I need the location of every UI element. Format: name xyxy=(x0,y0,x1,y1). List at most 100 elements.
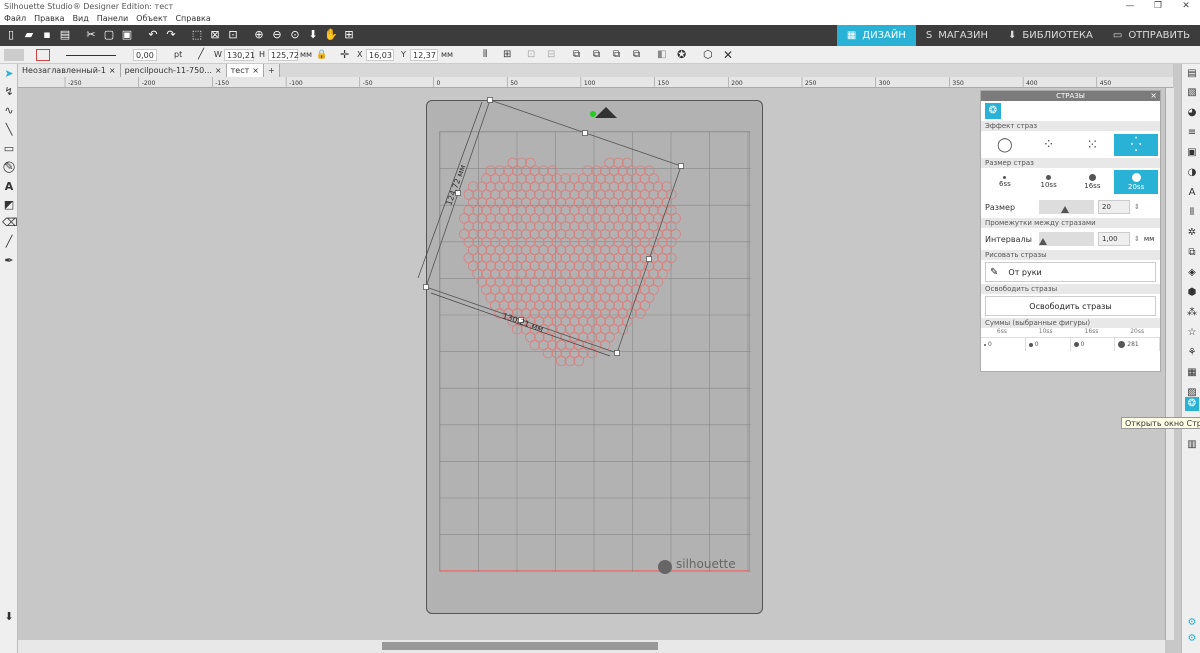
line-color-swatch[interactable] xyxy=(36,49,50,61)
zoom-select-icon[interactable]: ⊙ xyxy=(288,28,302,42)
redo-icon[interactable]: ↷ xyxy=(164,28,178,42)
print-icon[interactable]: ▤ xyxy=(58,28,72,42)
page-setup-icon[interactable]: ▤ xyxy=(1185,67,1199,81)
transparency-icon[interactable]: ◑ xyxy=(1185,166,1199,180)
doc-tab-pencilpouch[interactable]: pencilpouch-11-750... × xyxy=(120,64,227,77)
slider-handle-icon[interactable] xyxy=(1039,238,1047,245)
close-tab-icon[interactable]: × xyxy=(252,64,259,77)
fill-pattern-swatch[interactable] xyxy=(4,49,24,61)
add-tab-button[interactable]: + xyxy=(263,64,280,77)
doc-tab-untitled[interactable]: Неозаглавленный-1 × xyxy=(18,64,121,77)
align-icon[interactable]: ⫴ xyxy=(483,49,487,61)
panel-title-bar[interactable]: СТРАЗЫ × xyxy=(981,91,1160,101)
width-field[interactable]: 130,21 xyxy=(224,49,255,61)
library-download-icon[interactable]: ⬇ xyxy=(2,610,16,624)
rectangle-tool-icon[interactable]: ▭ xyxy=(2,142,16,156)
new-file-icon[interactable]: ▯ xyxy=(4,28,18,42)
ungroup-icon[interactable]: ⊟ xyxy=(547,49,555,61)
pan-hand-icon[interactable]: ✋ xyxy=(324,28,338,42)
fill-tool-icon[interactable]: ◩ xyxy=(2,198,16,212)
zoom-fit-icon[interactable]: ⊞ xyxy=(342,28,356,42)
eraser-tool-icon[interactable]: ⌫ xyxy=(2,216,18,230)
maximize-button[interactable]: ❐ xyxy=(1144,0,1172,13)
close-tab-icon[interactable]: × xyxy=(109,64,116,77)
align-panel-icon[interactable]: ⫴ xyxy=(1185,206,1199,220)
knife-tool-icon[interactable]: ╱ xyxy=(2,235,16,249)
undo-icon[interactable]: ↶ xyxy=(146,28,160,42)
replicate-panel-icon[interactable]: ⧉ xyxy=(1185,246,1199,260)
select-all-icon[interactable]: ⬚ xyxy=(190,28,204,42)
text-tool-icon[interactable]: A xyxy=(2,180,16,194)
zoom-in-icon[interactable]: ⊕ xyxy=(252,28,266,42)
rhinestone-open-icon[interactable]: ❂ xyxy=(1185,397,1199,411)
size-6ss-button[interactable]: 6ss xyxy=(983,170,1027,194)
spacing-slider[interactable] xyxy=(1039,232,1094,246)
scroll-thumb[interactable] xyxy=(382,642,658,650)
fill-icon[interactable]: ▣ xyxy=(1185,146,1199,160)
release-button[interactable]: Освободить стразы xyxy=(985,296,1156,316)
y-field[interactable]: 12,37 xyxy=(410,49,438,61)
tab-store[interactable]: S МАГАЗИН xyxy=(916,25,998,46)
3d-box-icon[interactable]: ⬡ xyxy=(703,49,713,61)
lock-aspect-icon[interactable]: 🔒 xyxy=(316,49,327,61)
minimize-button[interactable]: — xyxy=(1116,0,1144,13)
print-cut-icon[interactable]: ▥ xyxy=(1185,438,1199,452)
eyedropper-tool-icon[interactable]: ✒ xyxy=(2,254,16,268)
effect-fill-button[interactable]: ⁛ xyxy=(1114,133,1158,156)
extra-settings-icon[interactable]: ⚙ xyxy=(1185,632,1199,646)
effect-dotted-circle-button[interactable]: ⁘ xyxy=(1027,134,1071,156)
star-icon[interactable]: ✪ xyxy=(677,49,686,61)
trace-icon[interactable]: ⁂ xyxy=(1185,306,1199,320)
tab-send[interactable]: ▭ ОТПРАВИТЬ xyxy=(1103,25,1200,46)
line-style-icon[interactable]: ≡ xyxy=(1185,126,1199,140)
replicate-icon[interactable]: ⧉ xyxy=(573,49,580,61)
mirror-icon[interactable]: ⧉ xyxy=(593,49,600,61)
line-tool-icon[interactable]: ╲ xyxy=(2,123,16,137)
size-field[interactable]: 20 xyxy=(1098,200,1130,214)
group-icon[interactable]: ⊡ xyxy=(527,49,535,61)
save-icon[interactable]: ▪ xyxy=(40,28,54,42)
fit-page-icon[interactable]: ⬇ xyxy=(306,28,320,42)
layers-icon[interactable]: ▦ xyxy=(1185,366,1199,380)
open-folder-icon[interactable]: ▰ xyxy=(22,28,36,42)
panel-close-icon[interactable]: × xyxy=(1150,91,1157,101)
menu-object[interactable]: Объект xyxy=(136,13,167,25)
size-slider[interactable] xyxy=(1039,200,1094,214)
curve-tool-icon[interactable]: ∿ xyxy=(2,104,16,118)
edit-points-icon[interactable]: ⊡ xyxy=(226,28,240,42)
menu-help[interactable]: Справка xyxy=(175,13,210,25)
doc-tab-test[interactable]: тест × xyxy=(226,64,264,77)
size-16ss-button[interactable]: 16ss xyxy=(1071,170,1115,194)
menu-view[interactable]: Вид xyxy=(73,13,89,25)
offset-icon[interactable]: ⧉ xyxy=(633,49,640,61)
transform-icon[interactable]: ✲ xyxy=(1185,226,1199,240)
pencil-tool-icon[interactable]: ✎ xyxy=(2,160,16,174)
slider-handle-icon[interactable] xyxy=(1061,206,1069,213)
star-panel-icon[interactable]: ☆ xyxy=(1185,326,1199,340)
settings-gear-icon[interactable]: ⚙ xyxy=(1185,616,1199,630)
size-stepper[interactable]: ⇕ xyxy=(1134,203,1140,211)
size-10ss-button[interactable]: 10ss xyxy=(1027,170,1071,194)
menu-file[interactable]: Файл xyxy=(4,13,26,25)
close-window-button[interactable]: ✕ xyxy=(1172,0,1200,13)
delete-icon[interactable]: ✕ xyxy=(723,49,733,61)
spacing-stepper[interactable]: ⇕ xyxy=(1134,235,1140,243)
freehand-button[interactable]: ✎ От руки xyxy=(985,262,1156,282)
edit-points-tool-icon[interactable]: ↯ xyxy=(2,85,16,99)
effect-circle-button[interactable]: ◯ xyxy=(983,134,1027,156)
select-arrow-icon[interactable]: ➤ xyxy=(2,67,16,81)
shape-icon[interactable]: ◧ xyxy=(657,49,666,61)
copy-icon[interactable]: ▢ xyxy=(102,28,116,42)
center-icon[interactable]: ⊞ xyxy=(503,49,511,61)
spacing-field[interactable]: 1,00 xyxy=(1098,232,1130,246)
effect-grid-button[interactable]: ⁙ xyxy=(1071,134,1115,156)
tab-design[interactable]: ▦ ДИЗАЙН xyxy=(836,25,916,46)
tab-library[interactable]: ⬇ БИБЛИОТЕКА xyxy=(998,25,1103,46)
line-style-select[interactable] xyxy=(66,49,116,56)
menu-edit[interactable]: Правка xyxy=(34,13,64,25)
palette-icon[interactable]: ◕ xyxy=(1185,106,1199,120)
close-tab-icon[interactable]: × xyxy=(215,64,222,77)
menu-panels[interactable]: Панели xyxy=(97,13,128,25)
text-style-icon[interactable]: A xyxy=(1185,186,1199,200)
modify-icon[interactable]: ◈ xyxy=(1185,266,1199,280)
